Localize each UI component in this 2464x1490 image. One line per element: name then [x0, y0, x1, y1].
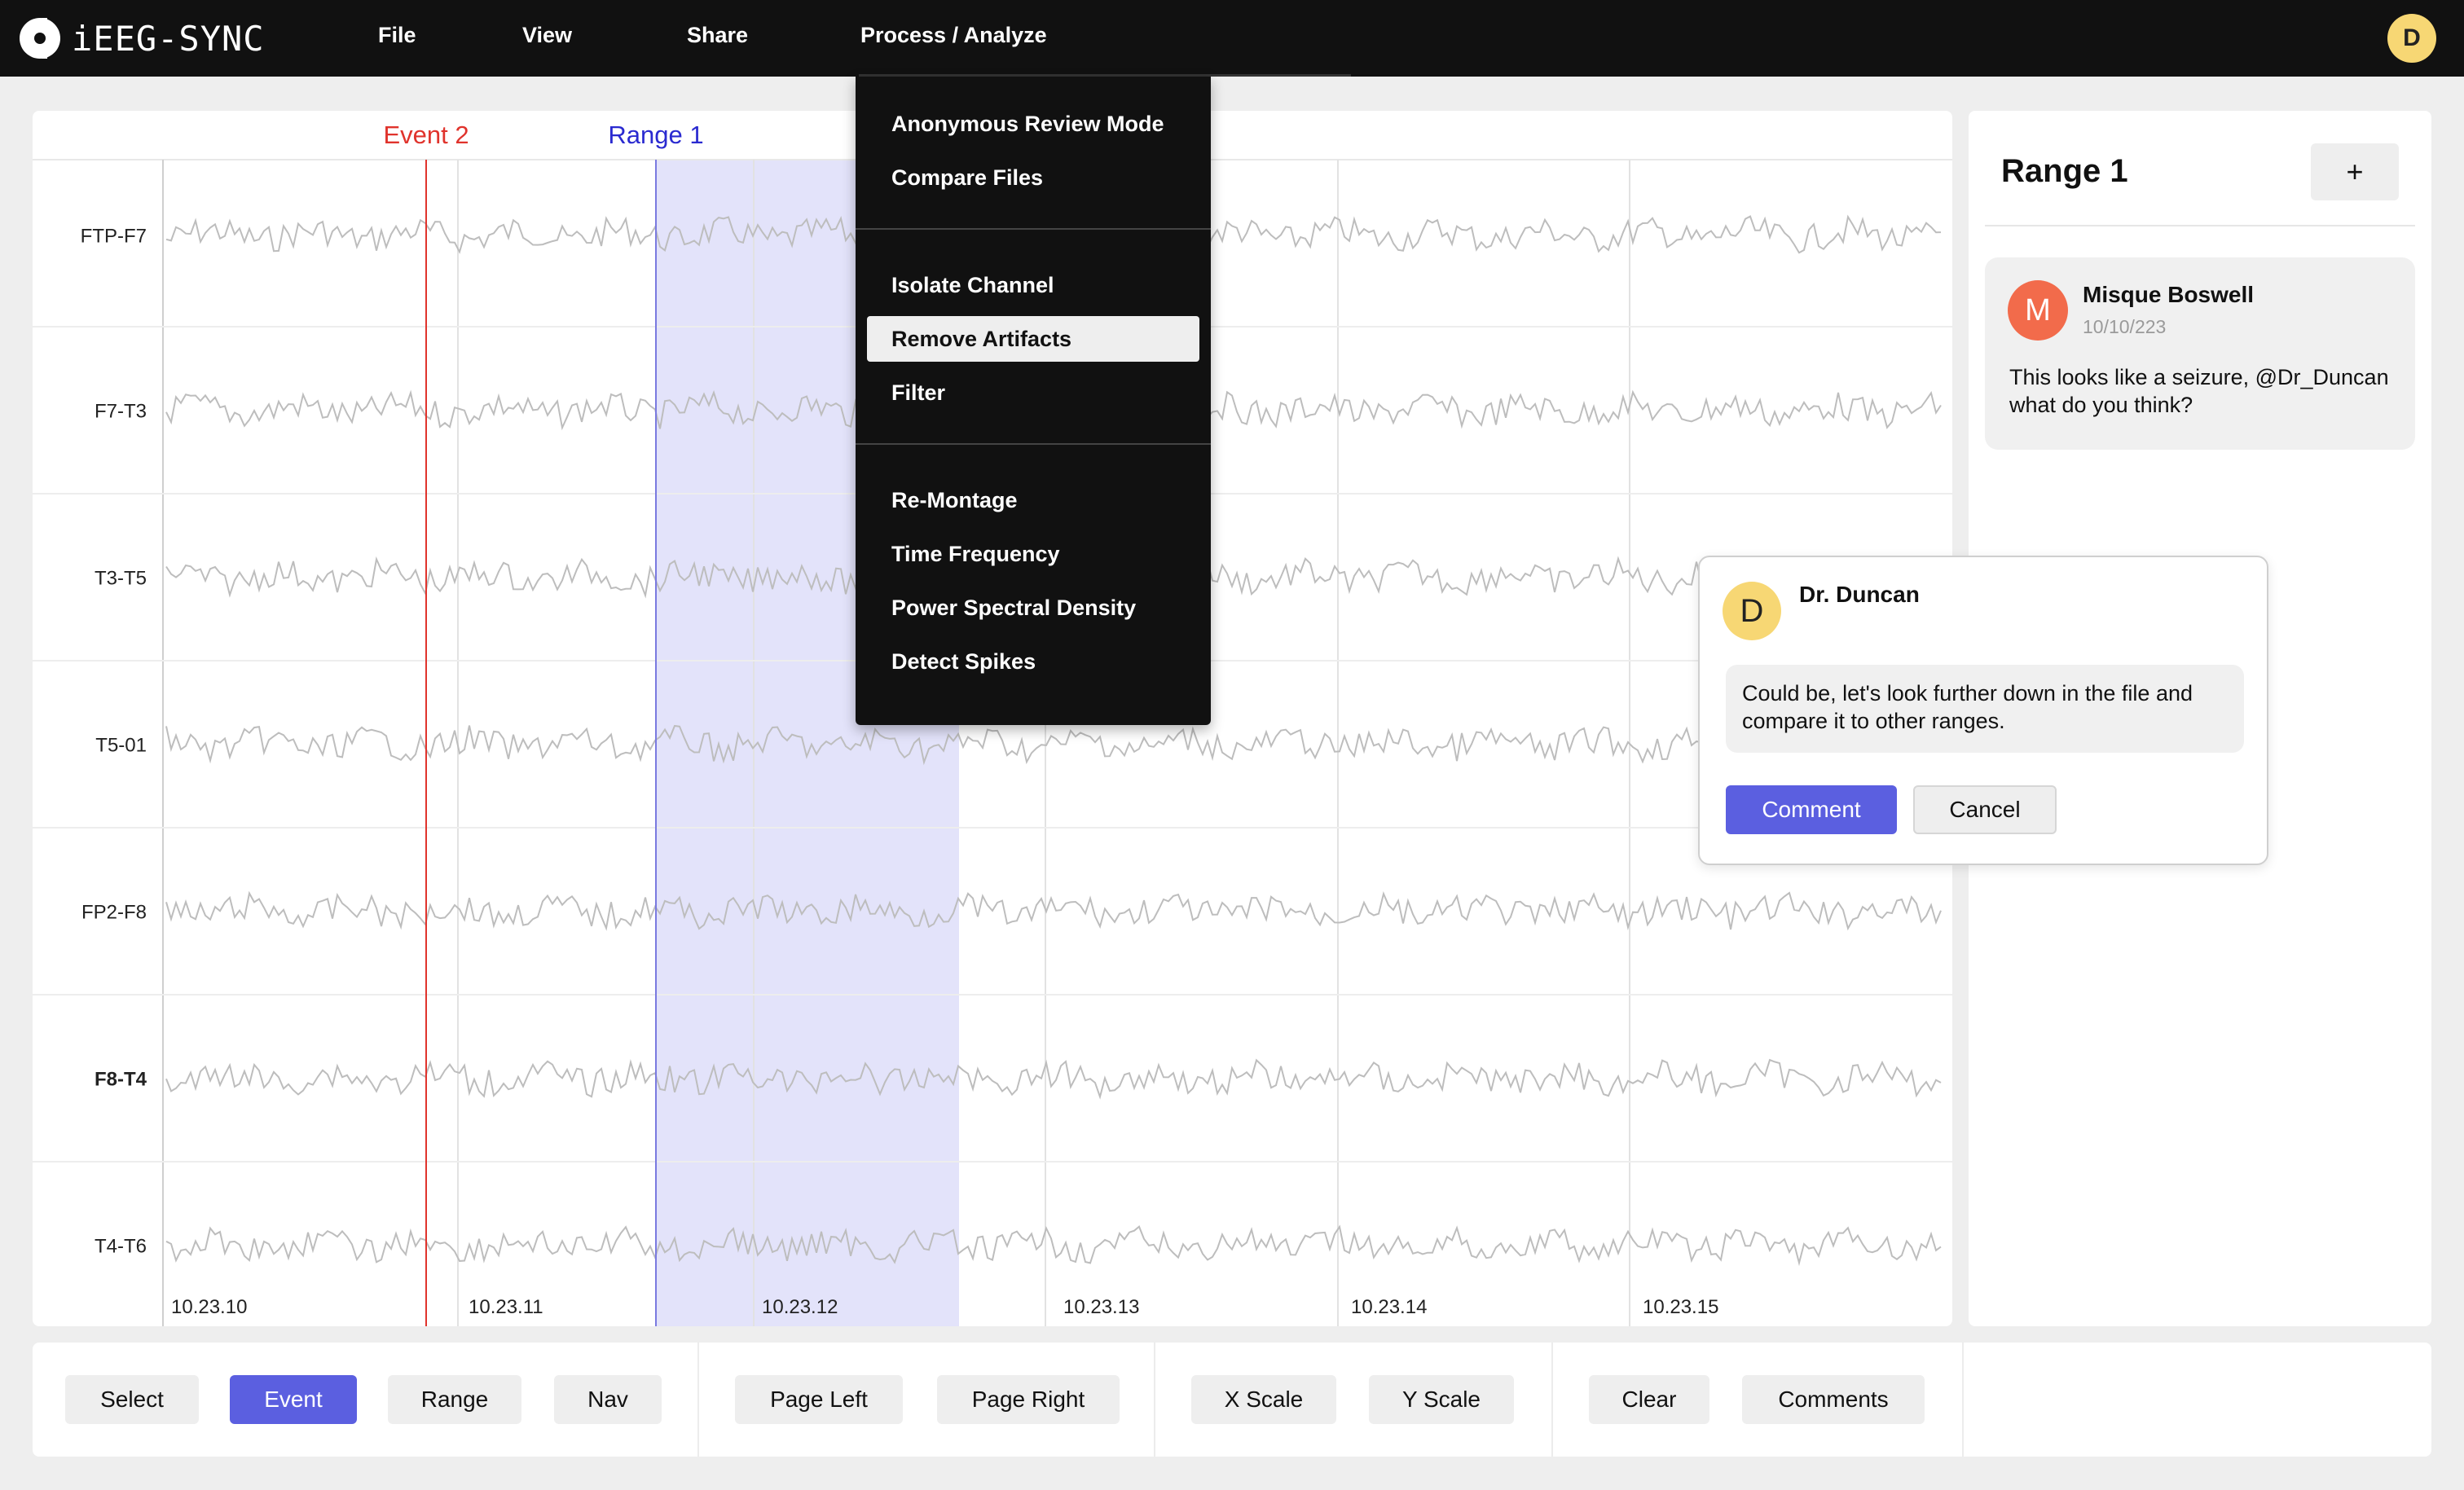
- time-tick-label: 10.23.14: [1351, 1296, 1427, 1318]
- y-scale-button[interactable]: Y Scale: [1369, 1375, 1514, 1424]
- logo-icon: [20, 18, 60, 59]
- app-name: iEEG-SYNC: [72, 18, 265, 59]
- comment-card: M Misque Boswell 10/10/223 This looks li…: [1985, 257, 2415, 450]
- reply-author-name: Dr. Duncan: [1799, 582, 1920, 607]
- eeg-trace: [165, 724, 1942, 766]
- app-logo[interactable]: iEEG-SYNC: [20, 18, 265, 59]
- toolbar-divider: [1154, 1343, 1155, 1457]
- channel-label[interactable]: FTP-F7: [81, 226, 147, 248]
- top-bar: iEEG-SYNC File View Share Process / Anal…: [0, 0, 2464, 77]
- submit-comment-button[interactable]: Comment: [1726, 785, 1897, 834]
- comments-button[interactable]: Comments: [1742, 1375, 1925, 1424]
- add-comment-button[interactable]: +: [2311, 143, 2399, 200]
- reply-text-field[interactable]: Could be, let's look further down in the…: [1726, 665, 2244, 753]
- menu-divider: [856, 228, 1211, 230]
- comment-text: This looks like a seizure, @Dr_Duncan wh…: [2009, 365, 2389, 417]
- toolbar-divider: [697, 1343, 699, 1457]
- process-analyze-dropdown: Anonymous Review Mode Compare Files Isol…: [856, 77, 1211, 725]
- reply-popup: D Dr. Duncan Could be, let's look furthe…: [1698, 556, 2268, 865]
- page-right-button[interactable]: Page Right: [937, 1375, 1120, 1424]
- event-marker-label[interactable]: Event 2: [383, 121, 469, 149]
- menu-file[interactable]: File: [378, 23, 416, 48]
- nav-tool-button[interactable]: Nav: [554, 1375, 662, 1424]
- event-tool-button[interactable]: Event: [230, 1375, 357, 1424]
- comment-author-avatar: M: [2008, 280, 2068, 341]
- menu-view[interactable]: View: [522, 23, 572, 48]
- comment-author-name: Misque Boswell: [2083, 282, 2255, 307]
- eeg-trace: [165, 890, 1942, 931]
- reply-author-avatar: D: [1723, 582, 1781, 640]
- page-left-button[interactable]: Page Left: [735, 1375, 903, 1424]
- menu-share[interactable]: Share: [687, 23, 748, 48]
- select-tool-button[interactable]: Select: [65, 1375, 199, 1424]
- menu-item-filter[interactable]: Filter: [867, 370, 1199, 415]
- time-tick-label: 10.23.10: [171, 1296, 247, 1318]
- toolbar-divider: [1551, 1343, 1553, 1457]
- time-tick-label: 10.23.13: [1063, 1296, 1139, 1318]
- time-tick-label: 10.23.15: [1643, 1296, 1718, 1318]
- bottom-toolbar: Select Event Range Nav Page Left Page Ri…: [33, 1343, 2431, 1457]
- menu-divider: [856, 443, 1211, 445]
- menu-item-power-spectral-density[interactable]: Power Spectral Density: [867, 585, 1199, 631]
- cancel-reply-button[interactable]: Cancel: [1913, 785, 2057, 834]
- menu-item-re-montage[interactable]: Re-Montage: [867, 477, 1199, 523]
- menu-process-analyze[interactable]: Process / Analyze: [860, 23, 1047, 48]
- channel-label[interactable]: T5-01: [95, 735, 147, 757]
- comment-date: 10/10/223: [2083, 316, 2167, 337]
- toolbar-divider: [1962, 1343, 1964, 1457]
- eeg-trace: [165, 1058, 1942, 1100]
- channel-label[interactable]: T3-T5: [95, 568, 147, 590]
- channel-label[interactable]: FP2-F8: [81, 902, 147, 924]
- menu-item-remove-artifacts[interactable]: Remove Artifacts: [867, 316, 1199, 362]
- range-marker-label[interactable]: Range 1: [608, 121, 703, 149]
- menu-item-compare-files[interactable]: Compare Files: [867, 155, 1199, 200]
- menu-item-detect-spikes[interactable]: Detect Spikes: [867, 639, 1199, 684]
- channel-label[interactable]: F7-T3: [95, 401, 147, 423]
- range-tool-button[interactable]: Range: [388, 1375, 521, 1424]
- time-tick-label: 10.23.12: [762, 1296, 838, 1318]
- side-panel-divider: [1985, 225, 2415, 226]
- side-panel-title: Range 1: [2001, 153, 2128, 189]
- menu-item-isolate-channel[interactable]: Isolate Channel: [867, 262, 1199, 308]
- channel-label[interactable]: T4-T6: [95, 1236, 147, 1258]
- user-avatar[interactable]: D: [2387, 14, 2436, 63]
- eeg-trace: [165, 1224, 1942, 1267]
- x-scale-button[interactable]: X Scale: [1191, 1375, 1336, 1424]
- menu-item-time-frequency[interactable]: Time Frequency: [867, 531, 1199, 577]
- time-tick-label: 10.23.11: [469, 1296, 543, 1318]
- channel-label[interactable]: F8-T4: [95, 1069, 147, 1091]
- menu-item-anonymous-review-mode[interactable]: Anonymous Review Mode: [867, 101, 1199, 147]
- clear-button[interactable]: Clear: [1589, 1375, 1709, 1424]
